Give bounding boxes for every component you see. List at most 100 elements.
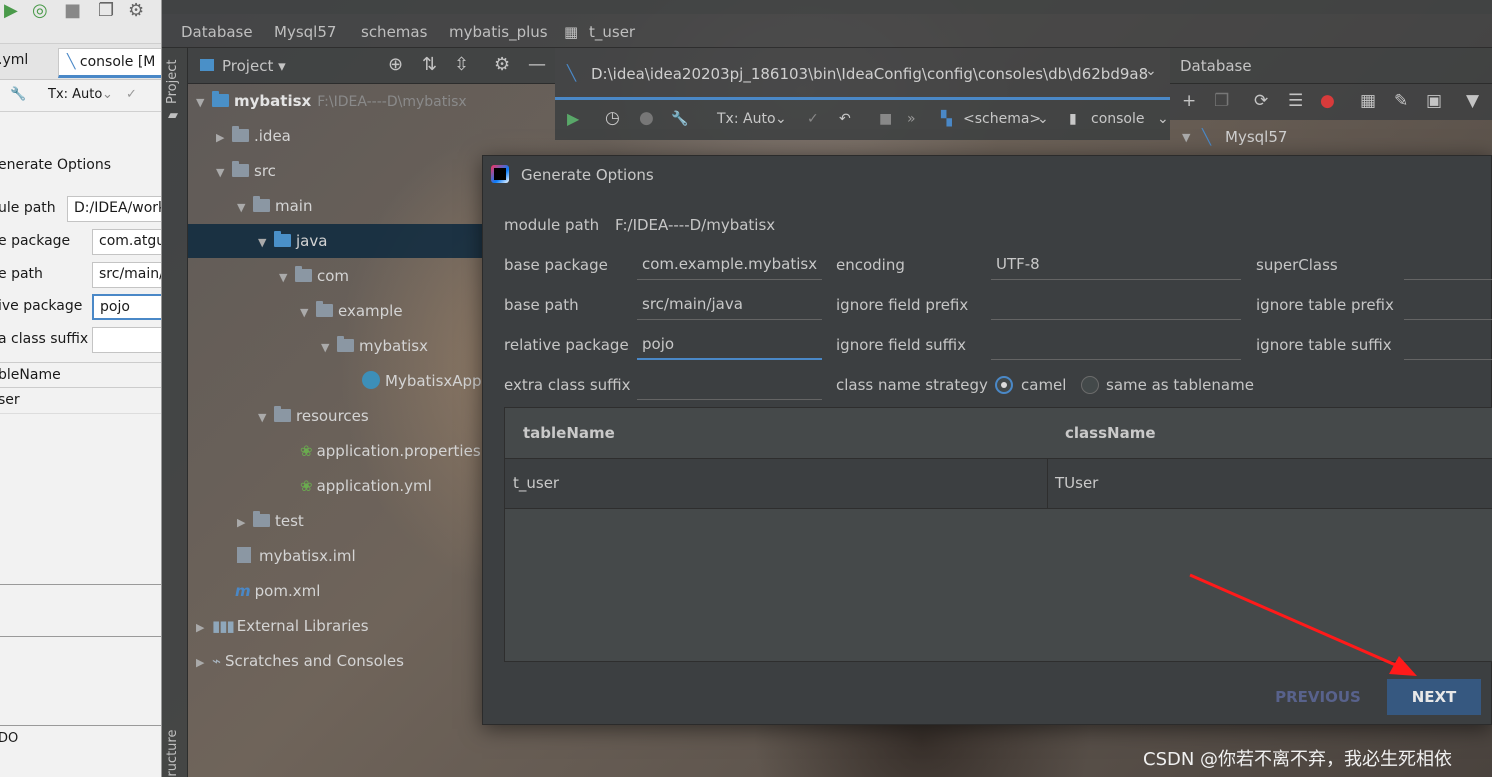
tree-node-iml[interactable]: mybatisx.iml: [237, 539, 356, 573]
superclass-input[interactable]: [1404, 250, 1492, 280]
schema-dropdown[interactable]: <schema>: [963, 111, 1041, 127]
wrench-icon[interactable]: 🔧: [10, 87, 26, 102]
tree-node-idea[interactable]: ▶ .idea: [216, 119, 291, 153]
refresh-icon[interactable]: ⟳: [1254, 91, 1268, 111]
tree-node-root[interactable]: ▼ mybatisx F:\IDEA----D\mybatisx: [196, 84, 467, 118]
radio-camel-label[interactable]: camel: [1021, 376, 1066, 394]
gear-icon[interactable]: ⚙: [494, 54, 510, 75]
breadcrumb-item[interactable]: Mysql57: [274, 23, 336, 41]
chevron-down-icon[interactable]: ▼: [1182, 131, 1190, 144]
collapse-all-icon[interactable]: ⇳: [454, 54, 469, 75]
edit-icon[interactable]: ✎: [1394, 91, 1408, 111]
base-path-input[interactable]: src/main/java: [637, 290, 822, 320]
radio-camel[interactable]: [995, 376, 1013, 394]
tree-node-pom[interactable]: m pom.xml: [235, 574, 320, 608]
ignore-field-prefix-input[interactable]: [991, 290, 1241, 320]
tx-mode-dropdown[interactable]: Tx: Auto: [717, 111, 776, 127]
breadcrumb-item[interactable]: mybatis_plus: [449, 23, 548, 41]
copy-icon[interactable]: ❐: [98, 0, 114, 21]
disconnect-icon[interactable]: ●: [1320, 91, 1335, 111]
extra-class-suffix-label: extra class suffix: [504, 376, 631, 394]
tree-node-label: External Libraries: [236, 617, 369, 635]
radio-same-as-tablename-label[interactable]: same as tablename: [1106, 376, 1254, 394]
field-input[interactable]: D:/IDEA/work: [67, 196, 161, 222]
annotation-arrow: [1189, 573, 1417, 676]
encoding-input[interactable]: UTF-8: [991, 250, 1241, 280]
tree-node-app-yml[interactable]: ❀ application.yml: [300, 469, 432, 503]
extra-class-suffix-input[interactable]: [637, 370, 822, 400]
project-tool-tab[interactable]: Project: [165, 60, 180, 104]
project-title[interactable]: Project ▾: [200, 57, 286, 75]
tree-node-label: Scratches and Consoles: [225, 652, 404, 670]
expand-all-icon[interactable]: ⇅: [422, 54, 437, 75]
tree-node-mybatisx[interactable]: ▼ mybatisx: [321, 329, 428, 363]
left-table-row[interactable]: ser: [0, 388, 161, 414]
field-input[interactable]: pojo: [92, 294, 161, 320]
settings-icon[interactable]: ⚙: [128, 0, 144, 21]
check-icon[interactable]: ✓: [126, 87, 137, 102]
breadcrumb-item[interactable]: schemas: [361, 23, 427, 41]
tree-node-app-properties[interactable]: ❀ application.properties: [300, 434, 481, 468]
tree-node-app-class[interactable]: MybatisxApp: [362, 364, 482, 398]
console-dropdown[interactable]: console: [1091, 111, 1145, 127]
ignore-table-prefix-input[interactable]: [1404, 290, 1492, 320]
database-node[interactable]: Mysql57: [1225, 128, 1287, 146]
ignore-table-suffix-input[interactable]: [1404, 330, 1492, 360]
left-field-relative-package: ive package pojo: [0, 294, 161, 322]
left-field-base-package: e package com.atgu: [0, 229, 161, 257]
col-header-classname[interactable]: className: [1065, 424, 1156, 442]
tree-node-resources[interactable]: ▼ resources: [258, 399, 369, 433]
console-icon[interactable]: ▣: [1426, 91, 1442, 111]
tab-console[interactable]: ╲ console [M: [58, 48, 161, 78]
tree-node-external-libraries[interactable]: ▶ ▮▮▮ External Libraries: [196, 609, 369, 643]
rollback-icon[interactable]: ↶: [839, 111, 851, 127]
tree-node-main[interactable]: ▼ main: [237, 189, 312, 223]
stop-icon[interactable]: ■: [64, 0, 81, 21]
col-header-tablename[interactable]: tableName: [523, 424, 615, 442]
history-icon[interactable]: ◷: [605, 108, 620, 128]
console-editor-tab[interactable]: ╲ D:\idea\idea20203pj_186103\bin\IdeaCon…: [555, 48, 1170, 100]
spring-class-icon: [362, 371, 380, 389]
cell-classname[interactable]: TUser: [1055, 474, 1098, 492]
copy-icon[interactable]: ❐: [1214, 91, 1229, 111]
table-icon[interactable]: ▦: [1360, 91, 1376, 111]
breadcrumb-item[interactable]: Database: [181, 23, 253, 41]
console-toolbar: ▶ ◷ ● 🔧 Tx: Auto ⌄ ✓ ↶ ■ » ▚ <schema> ⌄ …: [555, 100, 1170, 140]
tree-node-src[interactable]: ▼ src: [216, 154, 276, 188]
wrench-icon[interactable]: 🔧: [671, 111, 688, 127]
tree-node-java[interactable]: ▼ java: [188, 224, 482, 258]
stop-circle-icon[interactable]: ●: [639, 108, 654, 128]
spring-config-icon: ❀: [300, 442, 313, 460]
field-input[interactable]: com.atgu: [92, 229, 161, 255]
structure-tool-tab[interactable]: Structure: [165, 730, 180, 777]
tree-node-test[interactable]: ▶ test: [237, 504, 304, 538]
table-row[interactable]: t_user TUser: [505, 459, 1492, 509]
add-icon[interactable]: +: [1182, 91, 1196, 111]
search-icon[interactable]: ◎: [32, 0, 48, 21]
tree-node-scratches[interactable]: ▶ ⌁ Scratches and Consoles: [196, 644, 404, 678]
breadcrumb-item[interactable]: t_user: [589, 23, 635, 41]
execute-icon[interactable]: ▶: [567, 109, 579, 128]
tree-node-com[interactable]: ▼ com: [279, 259, 349, 293]
hide-icon[interactable]: —: [528, 54, 546, 75]
properties-icon[interactable]: ☰: [1288, 91, 1303, 111]
tree-node-example[interactable]: ▼ example: [300, 294, 403, 328]
chevron-down-icon[interactable]: ⌄: [1145, 63, 1157, 79]
table-icon: ▦: [564, 23, 579, 41]
base-package-input[interactable]: com.example.mybatisx: [637, 250, 822, 280]
cancel-icon[interactable]: ■: [879, 111, 892, 127]
field-input[interactable]: src/main/: [92, 262, 161, 288]
tx-mode[interactable]: Tx: Auto: [48, 87, 102, 102]
more-icon[interactable]: »: [907, 111, 916, 127]
folder-icon: ▰: [168, 108, 178, 123]
tree-node-label: pom.xml: [254, 582, 321, 600]
tab-yml[interactable]: .yml: [0, 52, 28, 68]
ignore-field-suffix-input[interactable]: [991, 330, 1241, 360]
run-icon[interactable]: ▶: [4, 0, 18, 21]
radio-same-as-tablename[interactable]: [1081, 376, 1099, 394]
filter-icon[interactable]: ▼: [1466, 91, 1479, 111]
relative-package-input[interactable]: pojo: [637, 330, 822, 360]
field-input[interactable]: [92, 327, 161, 353]
commit-icon[interactable]: ✓: [807, 111, 819, 127]
locate-icon[interactable]: ⊕: [388, 54, 403, 75]
